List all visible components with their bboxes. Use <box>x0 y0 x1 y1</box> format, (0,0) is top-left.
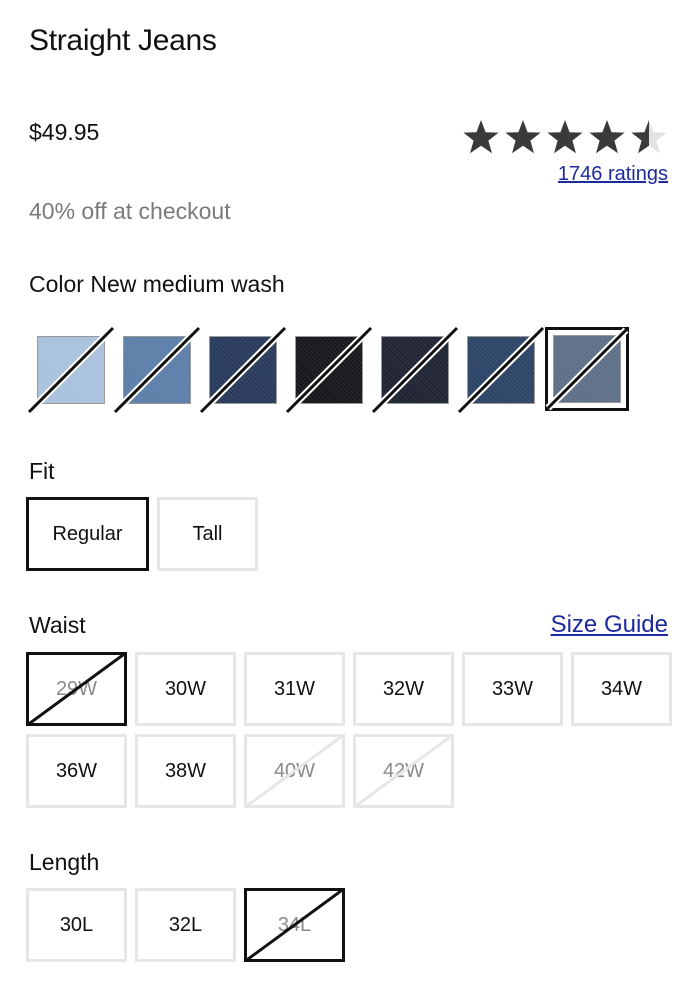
fit-option-tall[interactable]: Tall <box>157 497 258 571</box>
color-swatch[interactable] <box>284 325 374 415</box>
color-swatch[interactable] <box>112 325 202 415</box>
promo-text: 40% off at checkout <box>29 198 231 224</box>
waist-option-36w[interactable]: 36W <box>26 734 127 808</box>
length-option-34l[interactable]: 34L <box>244 888 345 962</box>
ratings-link[interactable]: 1746 ratings <box>558 163 668 186</box>
length-option-label: 34L <box>277 913 312 936</box>
waist-option-40w[interactable]: 40W <box>244 734 345 808</box>
waist-option-label: 40W <box>273 759 316 782</box>
star-icon <box>547 120 583 154</box>
waist-option-label: 29W <box>55 677 98 700</box>
color-swatch[interactable] <box>198 325 288 415</box>
unavailable-slash-icon <box>26 325 116 415</box>
unavailable-slash-icon <box>198 325 288 415</box>
length-option-label: 30L <box>59 913 94 936</box>
waist-option-label: 38W <box>164 759 207 782</box>
product-price: $49.95 <box>29 119 100 145</box>
unavailable-slash-icon <box>545 327 629 411</box>
waist-option-31w[interactable]: 31W <box>244 652 345 726</box>
fit-label: Fit <box>29 458 55 484</box>
star-icon <box>463 120 499 154</box>
waist-option-42w[interactable]: 42W <box>353 734 454 808</box>
unavailable-slash-icon <box>456 325 546 415</box>
waist-option-label: 34W <box>600 677 643 700</box>
unavailable-slash-icon <box>370 325 460 415</box>
color-swatch[interactable] <box>370 325 460 415</box>
waist-option-label: 30W <box>164 677 207 700</box>
waist-option-33w[interactable]: 33W <box>462 652 563 726</box>
half-star-icon <box>631 120 667 154</box>
waist-option-label: 42W <box>382 759 425 782</box>
fit-option-regular[interactable]: Regular <box>26 497 149 571</box>
product-title: Straight Jeans <box>29 24 217 57</box>
waist-option-30w[interactable]: 30W <box>135 652 236 726</box>
color-swatches <box>26 325 635 415</box>
waist-option-label: 33W <box>491 677 534 700</box>
size-guide-link[interactable]: Size Guide <box>551 611 668 639</box>
length-option-32l[interactable]: 32L <box>135 888 236 962</box>
fit-option-label: Regular <box>52 522 123 545</box>
length-label: Length <box>29 849 100 875</box>
waist-option-label: 36W <box>55 759 98 782</box>
star-icon <box>589 120 625 154</box>
waist-option-32w[interactable]: 32W <box>353 652 454 726</box>
star-rating <box>460 117 670 157</box>
unavailable-slash-icon <box>284 325 374 415</box>
waist-option-label: 32W <box>382 677 425 700</box>
waist-label: Waist <box>29 612 86 638</box>
color-swatch[interactable] <box>545 327 629 411</box>
star-icon <box>505 120 541 154</box>
waist-option-34w[interactable]: 34W <box>571 652 672 726</box>
waist-option-38w[interactable]: 38W <box>135 734 236 808</box>
waist-option-29w[interactable]: 29W <box>26 652 127 726</box>
unavailable-slash-icon <box>112 325 202 415</box>
fit-option-label: Tall <box>192 522 223 545</box>
length-option-label: 32L <box>168 913 203 936</box>
color-swatch[interactable] <box>26 325 116 415</box>
length-option-30l[interactable]: 30L <box>26 888 127 962</box>
color-label: Color New medium wash <box>29 271 285 297</box>
color-swatch[interactable] <box>456 325 546 415</box>
waist-option-label: 31W <box>273 677 316 700</box>
